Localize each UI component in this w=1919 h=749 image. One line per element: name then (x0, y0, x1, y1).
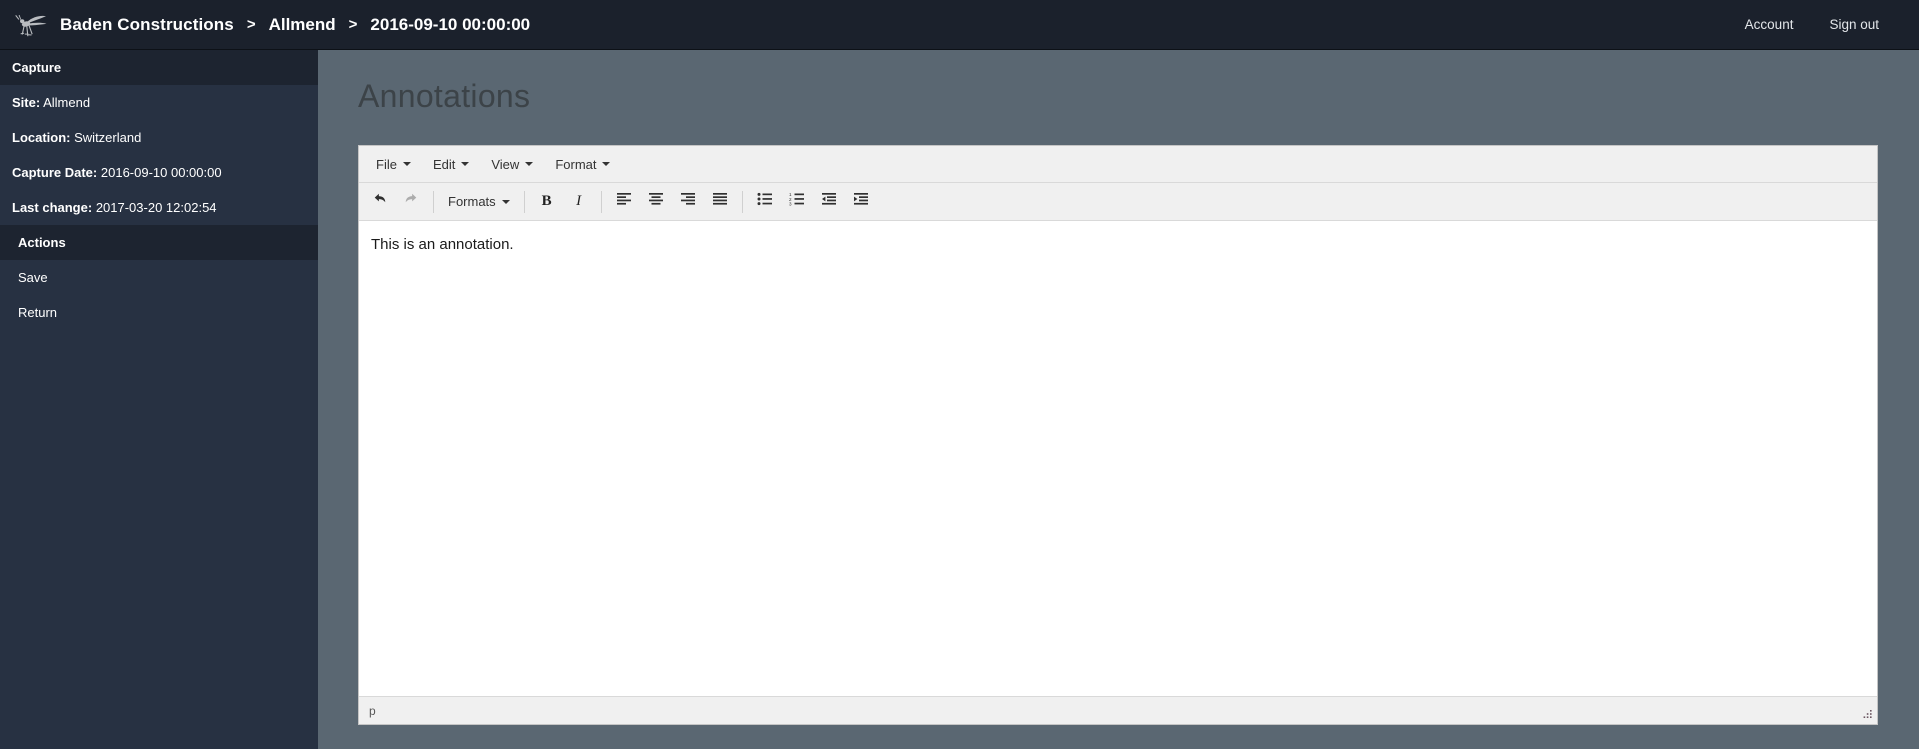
menu-edit-label: Edit (432, 156, 456, 172)
bullet-list-button[interactable] (750, 188, 780, 216)
sidebar: Capture Site: Allmend Location: Switzerl… (0, 50, 318, 749)
menu-format[interactable]: Format (544, 152, 621, 177)
breadcrumb: Baden Constructions > Allmend > 2016-09-… (0, 0, 530, 49)
sidebar-info-site-value: Allmend (43, 95, 91, 110)
menu-file-label: File (376, 156, 397, 172)
top-navbar: Baden Constructions > Allmend > 2016-09-… (0, 0, 1919, 50)
chevron-down-icon (461, 162, 470, 166)
chevron-down-icon (501, 199, 510, 204)
undo-icon (371, 191, 388, 213)
numbered-list-button[interactable]: 123 (782, 188, 812, 216)
align-center-button[interactable] (641, 188, 671, 216)
breadcrumb-separator-1: > (246, 16, 256, 33)
page-title: Annotations (358, 78, 531, 114)
resize-grip-icon[interactable] (1860, 708, 1874, 722)
sidebar-info-last-change: Last change: 2017-03-20 12:02:54 (0, 190, 318, 225)
brand-title[interactable]: Baden Constructions (60, 15, 234, 35)
account-link[interactable]: Account (1727, 0, 1812, 50)
sidebar-info-location-label: Location: (12, 130, 71, 145)
editor-menubar: File Edit View Format (359, 146, 1877, 183)
sidebar-info-site-label: Site: (12, 95, 41, 110)
redo-icon (403, 191, 420, 213)
outdent-icon (821, 192, 837, 211)
breadcrumb-separator-2: > (348, 16, 358, 33)
menu-edit[interactable]: Edit (422, 152, 480, 177)
menu-file[interactable]: File (365, 152, 422, 177)
indent-icon (853, 192, 869, 211)
breadcrumb-site-link[interactable]: Allmend (269, 15, 336, 35)
sidebar-capture-header: Capture (0, 50, 318, 85)
sidebar-action-save[interactable]: Save (0, 260, 318, 295)
menu-view-label: View (491, 156, 520, 172)
align-left-icon (616, 192, 632, 211)
toolbar-separator-2 (523, 190, 525, 213)
bullet-list-icon (757, 192, 773, 211)
redo-button[interactable] (396, 188, 426, 216)
formats-dropdown-label: Formats (448, 194, 496, 209)
menu-view[interactable]: View (480, 152, 544, 177)
undo-button[interactable] (364, 188, 394, 216)
main-content: Annotations File Edit View Format Format… (318, 50, 1919, 749)
numbered-list-icon: 123 (789, 192, 805, 211)
chevron-down-icon (602, 162, 611, 166)
editor-toolbar: Formats B I 1 2 3 (359, 183, 1877, 221)
align-center-icon (648, 192, 664, 211)
chevron-down-icon (525, 162, 534, 166)
sidebar-info-capture-date-label: Capture Date: (12, 165, 98, 180)
align-left-button[interactable] (609, 188, 639, 216)
sidebar-info-capture-date: Capture Date: 2016-09-10 00:00:00 (0, 155, 318, 190)
outdent-button[interactable] (814, 188, 844, 216)
italic-icon: I (576, 193, 582, 209)
toolbar-separator-3 (600, 190, 602, 213)
indent-button[interactable] (846, 188, 876, 216)
align-right-icon (680, 192, 696, 211)
toolbar-separator-1 (433, 190, 434, 213)
navbar-right-links: Account Sign out (1727, 0, 1919, 49)
menu-format-label: Format (555, 156, 597, 172)
sidebar-actions-header: Actions (0, 225, 318, 260)
formats-dropdown[interactable]: Formats (440, 190, 518, 213)
chevron-down-icon (402, 162, 411, 166)
sidebar-info-location: Location: Switzerland (0, 120, 318, 155)
toolbar-separator-4 (741, 190, 743, 213)
editor-statusbar: p (359, 696, 1877, 724)
mosquito-logo-icon (14, 10, 48, 40)
sidebar-info-capture-date-value: 2016-09-10 00:00:00 (100, 165, 222, 180)
element-path[interactable]: p (369, 704, 376, 718)
bold-button[interactable]: B (532, 188, 562, 216)
svg-text:3: 3 (789, 201, 792, 206)
annotation-paragraph[interactable]: This is an annotation. (371, 235, 1865, 255)
breadcrumb-capture-link[interactable]: 2016-09-10 00:00:00 (370, 15, 530, 35)
bold-icon: B (541, 193, 552, 209)
rich-text-editor: File Edit View Format Formats B I 1 2 3 … (358, 145, 1878, 725)
editor-content-area[interactable]: This is an annotation. (359, 221, 1877, 696)
sidebar-info-location-value: Switzerland (74, 130, 142, 145)
align-right-button[interactable] (673, 188, 703, 216)
sidebar-info-site: Site: Allmend (0, 85, 318, 120)
sidebar-info-last-change-label: Last change: (12, 200, 93, 215)
italic-button[interactable]: I (564, 188, 594, 216)
align-justify-button[interactable] (705, 188, 735, 216)
sidebar-info-last-change-value: 2017-03-20 12:02:54 (95, 200, 217, 215)
sidebar-action-return[interactable]: Return (0, 295, 318, 330)
sign-out-link[interactable]: Sign out (1811, 0, 1897, 50)
align-justify-icon (712, 192, 728, 211)
